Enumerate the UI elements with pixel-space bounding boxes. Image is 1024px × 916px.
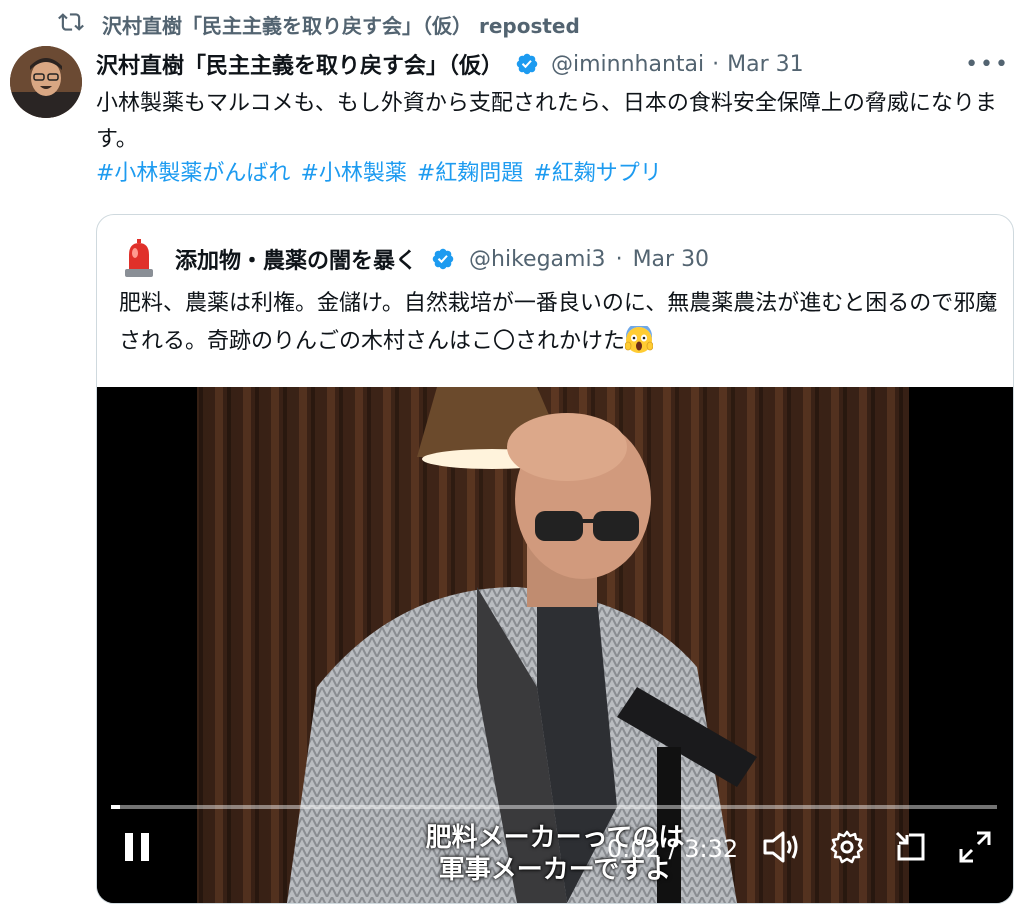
quoted-author-name[interactable]: 添加物・農薬の闇を暴く: [175, 243, 417, 275]
pause-button[interactable]: [121, 829, 153, 869]
tweet-date[interactable]: Mar 31: [727, 52, 804, 77]
quoted-header: 添加物・農薬の闇を暴く @hikegami3 · Mar 30: [121, 239, 709, 279]
siren-icon: [121, 239, 157, 279]
separator: ·: [615, 246, 623, 272]
speaker-icon: [763, 831, 798, 863]
pause-icon: [125, 833, 149, 861]
more-options-button[interactable]: •••: [965, 52, 1010, 77]
quoted-tweet[interactable]: 添加物・農薬の闇を暴く @hikegami3 · Mar 30 肥料、農薬は利権…: [96, 214, 1014, 904]
verified-badge-icon: [432, 248, 454, 270]
video-controls: 0:02 / 3:32: [97, 817, 1013, 897]
hashtag-list: #小林製薬がんばれ #小林製薬 #紅麹問題 #紅麹サプリ: [96, 156, 662, 192]
quoted-date[interactable]: Mar 30: [633, 247, 710, 272]
tweet-text: 小林製薬もマルコメも、もし外資から支配されたら、日本の食料安全保障上の脅威になり…: [96, 91, 997, 152]
author-name[interactable]: 沢村直樹「民主主義を取り戻す会」（仮）: [96, 48, 503, 80]
pip-icon: [895, 831, 925, 861]
hashtag-link[interactable]: #小林製薬: [300, 156, 406, 192]
repost-label: 沢村直樹「民主主義を取り戻す会」（仮） reposted: [102, 13, 580, 38]
duration: 3:32: [684, 835, 739, 863]
repost-indicator[interactable]: 沢村直樹「民主主義を取り戻す会」（仮） reposted: [58, 8, 580, 40]
quoted-author-handle[interactable]: @hikegami3: [469, 247, 606, 272]
screaming-face-emoji-icon: [624, 323, 654, 354]
quoted-text-block: 肥料、農薬は利権。金儲け。自然栽培が一番良いのに、無農薬農法が進むと困るので邪魔…: [119, 285, 999, 361]
fullscreen-button[interactable]: [957, 829, 993, 869]
video-time: 0:02 / 3:32: [607, 835, 738, 863]
video-progress-fill: [111, 805, 120, 809]
hashtag-link[interactable]: #小林製薬がんばれ: [96, 156, 290, 192]
settings-button[interactable]: [829, 829, 865, 869]
time-separator: /: [660, 835, 685, 863]
current-time: 0:02: [607, 835, 661, 863]
verified-badge-icon: [516, 53, 538, 75]
avatar[interactable]: [10, 46, 82, 118]
separator: ·: [712, 51, 720, 77]
quoted-text: 肥料、農薬は利権。金儲け。自然栽培が一番良いのに、無農薬農法が進むと困るので邪魔…: [119, 291, 998, 354]
tweet-header: 沢村直樹「民主主義を取り戻す会」（仮） @iminnhantai · Mar 3…: [96, 44, 1016, 84]
author-handle[interactable]: @iminnhantai: [551, 52, 704, 77]
fullscreen-icon: [959, 831, 991, 863]
hashtag-link[interactable]: #紅麹問題: [417, 156, 523, 192]
picture-in-picture-button[interactable]: [893, 829, 929, 869]
video-player[interactable]: 肥料メーカーってのは 軍事メーカーですよ 0:02 / 3:32: [97, 387, 1013, 903]
hashtag-link[interactable]: #紅麹サプリ: [533, 156, 661, 192]
video-progress-bar[interactable]: [111, 805, 997, 809]
volume-button[interactable]: [761, 829, 801, 869]
gear-icon: [830, 830, 864, 864]
repost-icon: [58, 9, 84, 40]
